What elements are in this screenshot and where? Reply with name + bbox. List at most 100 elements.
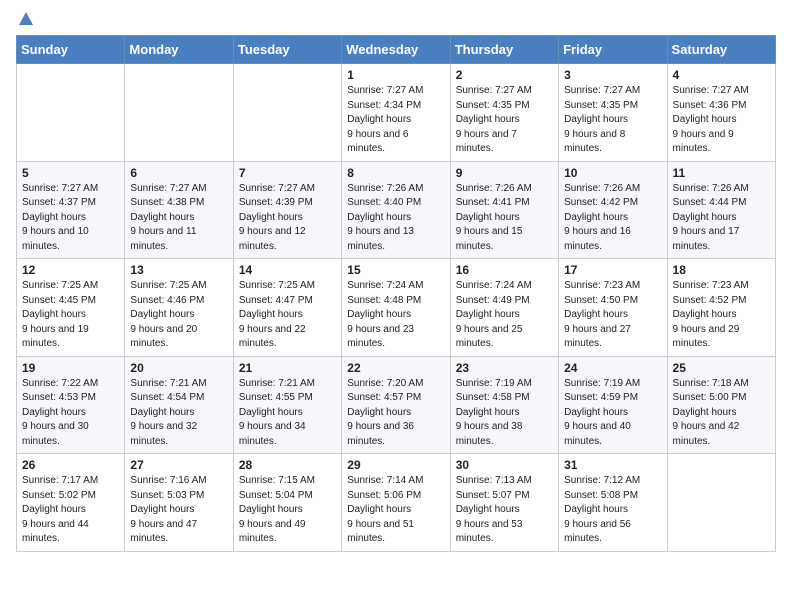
- calendar-cell: 19 Sunrise: 7:22 AM Sunset: 4:53 PM Dayl…: [17, 356, 125, 454]
- calendar-cell: 16 Sunrise: 7:24 AM Sunset: 4:49 PM Dayl…: [450, 259, 558, 357]
- day-number: 14: [239, 263, 336, 277]
- day-of-week-header: Friday: [559, 36, 667, 64]
- day-number: 16: [456, 263, 553, 277]
- calendar-cell: 13 Sunrise: 7:25 AM Sunset: 4:46 PM Dayl…: [125, 259, 233, 357]
- calendar-cell: 5 Sunrise: 7:27 AM Sunset: 4:37 PM Dayli…: [17, 161, 125, 259]
- day-number: 8: [347, 166, 444, 180]
- day-number: 17: [564, 263, 661, 277]
- day-info: Sunrise: 7:27 AM Sunset: 4:36 PM Dayligh…: [673, 84, 770, 157]
- day-info: Sunrise: 7:22 AM Sunset: 4:53 PM Dayligh…: [22, 377, 119, 450]
- logo: [16, 16, 33, 25]
- day-number: 6: [130, 166, 227, 180]
- calendar-cell: 22 Sunrise: 7:20 AM Sunset: 4:57 PM Dayl…: [342, 356, 450, 454]
- calendar-cell: 20 Sunrise: 7:21 AM Sunset: 4:54 PM Dayl…: [125, 356, 233, 454]
- day-info: Sunrise: 7:21 AM Sunset: 4:55 PM Dayligh…: [239, 377, 336, 450]
- day-info: Sunrise: 7:19 AM Sunset: 4:58 PM Dayligh…: [456, 377, 553, 450]
- day-number: 15: [347, 263, 444, 277]
- day-number: 4: [673, 68, 770, 82]
- calendar-week-row: 12 Sunrise: 7:25 AM Sunset: 4:45 PM Dayl…: [17, 259, 776, 357]
- calendar-cell: 18 Sunrise: 7:23 AM Sunset: 4:52 PM Dayl…: [667, 259, 775, 357]
- day-of-week-header: Wednesday: [342, 36, 450, 64]
- calendar-cell: 28 Sunrise: 7:15 AM Sunset: 5:04 PM Dayl…: [233, 454, 341, 552]
- calendar-cell: 10 Sunrise: 7:26 AM Sunset: 4:42 PM Dayl…: [559, 161, 667, 259]
- day-info: Sunrise: 7:25 AM Sunset: 4:47 PM Dayligh…: [239, 279, 336, 352]
- calendar-cell: 14 Sunrise: 7:25 AM Sunset: 4:47 PM Dayl…: [233, 259, 341, 357]
- day-number: 27: [130, 458, 227, 472]
- day-info: Sunrise: 7:21 AM Sunset: 4:54 PM Dayligh…: [130, 377, 227, 450]
- day-of-week-header: Monday: [125, 36, 233, 64]
- calendar-cell: 11 Sunrise: 7:26 AM Sunset: 4:44 PM Dayl…: [667, 161, 775, 259]
- day-number: 23: [456, 361, 553, 375]
- day-number: 22: [347, 361, 444, 375]
- day-info: Sunrise: 7:27 AM Sunset: 4:37 PM Dayligh…: [22, 182, 119, 255]
- day-info: Sunrise: 7:20 AM Sunset: 4:57 PM Dayligh…: [347, 377, 444, 450]
- day-number: 31: [564, 458, 661, 472]
- day-number: 2: [456, 68, 553, 82]
- calendar-cell: 12 Sunrise: 7:25 AM Sunset: 4:45 PM Dayl…: [17, 259, 125, 357]
- day-info: Sunrise: 7:26 AM Sunset: 4:44 PM Dayligh…: [673, 182, 770, 255]
- calendar-cell: 7 Sunrise: 7:27 AM Sunset: 4:39 PM Dayli…: [233, 161, 341, 259]
- calendar-cell: 6 Sunrise: 7:27 AM Sunset: 4:38 PM Dayli…: [125, 161, 233, 259]
- calendar-cell: 3 Sunrise: 7:27 AM Sunset: 4:35 PM Dayli…: [559, 64, 667, 162]
- day-number: 29: [347, 458, 444, 472]
- day-info: Sunrise: 7:27 AM Sunset: 4:38 PM Dayligh…: [130, 182, 227, 255]
- calendar-cell: 27 Sunrise: 7:16 AM Sunset: 5:03 PM Dayl…: [125, 454, 233, 552]
- day-number: 11: [673, 166, 770, 180]
- calendar-cell: 30 Sunrise: 7:13 AM Sunset: 5:07 PM Dayl…: [450, 454, 558, 552]
- day-number: 5: [22, 166, 119, 180]
- day-number: 3: [564, 68, 661, 82]
- day-info: Sunrise: 7:12 AM Sunset: 5:08 PM Dayligh…: [564, 474, 661, 547]
- day-number: 12: [22, 263, 119, 277]
- calendar-week-row: 1 Sunrise: 7:27 AM Sunset: 4:34 PM Dayli…: [17, 64, 776, 162]
- day-number: 30: [456, 458, 553, 472]
- calendar-cell: 17 Sunrise: 7:23 AM Sunset: 4:50 PM Dayl…: [559, 259, 667, 357]
- day-info: Sunrise: 7:24 AM Sunset: 4:48 PM Dayligh…: [347, 279, 444, 352]
- day-number: 10: [564, 166, 661, 180]
- calendar-cell: 25 Sunrise: 7:18 AM Sunset: 5:00 PM Dayl…: [667, 356, 775, 454]
- calendar-cell: 21 Sunrise: 7:21 AM Sunset: 4:55 PM Dayl…: [233, 356, 341, 454]
- day-info: Sunrise: 7:18 AM Sunset: 5:00 PM Dayligh…: [673, 377, 770, 450]
- day-info: Sunrise: 7:23 AM Sunset: 4:50 PM Dayligh…: [564, 279, 661, 352]
- day-info: Sunrise: 7:27 AM Sunset: 4:34 PM Dayligh…: [347, 84, 444, 157]
- day-info: Sunrise: 7:13 AM Sunset: 5:07 PM Dayligh…: [456, 474, 553, 547]
- calendar-cell: 24 Sunrise: 7:19 AM Sunset: 4:59 PM Dayl…: [559, 356, 667, 454]
- day-number: 9: [456, 166, 553, 180]
- day-number: 19: [22, 361, 119, 375]
- day-info: Sunrise: 7:15 AM Sunset: 5:04 PM Dayligh…: [239, 474, 336, 547]
- calendar-cell: [17, 64, 125, 162]
- day-info: Sunrise: 7:16 AM Sunset: 5:03 PM Dayligh…: [130, 474, 227, 547]
- day-info: Sunrise: 7:23 AM Sunset: 4:52 PM Dayligh…: [673, 279, 770, 352]
- day-info: Sunrise: 7:25 AM Sunset: 4:45 PM Dayligh…: [22, 279, 119, 352]
- calendar-week-row: 5 Sunrise: 7:27 AM Sunset: 4:37 PM Dayli…: [17, 161, 776, 259]
- calendar-header-row: SundayMondayTuesdayWednesdayThursdayFrid…: [17, 36, 776, 64]
- day-info: Sunrise: 7:19 AM Sunset: 4:59 PM Dayligh…: [564, 377, 661, 450]
- calendar-cell: 9 Sunrise: 7:26 AM Sunset: 4:41 PM Dayli…: [450, 161, 558, 259]
- day-number: 18: [673, 263, 770, 277]
- day-number: 20: [130, 361, 227, 375]
- calendar-cell: [125, 64, 233, 162]
- calendar-week-row: 26 Sunrise: 7:17 AM Sunset: 5:02 PM Dayl…: [17, 454, 776, 552]
- calendar-cell: 15 Sunrise: 7:24 AM Sunset: 4:48 PM Dayl…: [342, 259, 450, 357]
- day-info: Sunrise: 7:27 AM Sunset: 4:35 PM Dayligh…: [564, 84, 661, 157]
- calendar-cell: 8 Sunrise: 7:26 AM Sunset: 4:40 PM Dayli…: [342, 161, 450, 259]
- day-info: Sunrise: 7:17 AM Sunset: 5:02 PM Dayligh…: [22, 474, 119, 547]
- calendar-table: SundayMondayTuesdayWednesdayThursdayFrid…: [16, 35, 776, 552]
- day-info: Sunrise: 7:27 AM Sunset: 4:35 PM Dayligh…: [456, 84, 553, 157]
- day-of-week-header: Sunday: [17, 36, 125, 64]
- day-info: Sunrise: 7:26 AM Sunset: 4:41 PM Dayligh…: [456, 182, 553, 255]
- calendar-cell: 26 Sunrise: 7:17 AM Sunset: 5:02 PM Dayl…: [17, 454, 125, 552]
- day-of-week-header: Thursday: [450, 36, 558, 64]
- calendar-cell: 1 Sunrise: 7:27 AM Sunset: 4:34 PM Dayli…: [342, 64, 450, 162]
- day-of-week-header: Tuesday: [233, 36, 341, 64]
- calendar-cell: 2 Sunrise: 7:27 AM Sunset: 4:35 PM Dayli…: [450, 64, 558, 162]
- day-number: 28: [239, 458, 336, 472]
- day-info: Sunrise: 7:26 AM Sunset: 4:40 PM Dayligh…: [347, 182, 444, 255]
- calendar-cell: [667, 454, 775, 552]
- day-number: 13: [130, 263, 227, 277]
- day-number: 26: [22, 458, 119, 472]
- day-of-week-header: Saturday: [667, 36, 775, 64]
- calendar-cell: 23 Sunrise: 7:19 AM Sunset: 4:58 PM Dayl…: [450, 356, 558, 454]
- day-number: 24: [564, 361, 661, 375]
- calendar-cell: [233, 64, 341, 162]
- day-number: 25: [673, 361, 770, 375]
